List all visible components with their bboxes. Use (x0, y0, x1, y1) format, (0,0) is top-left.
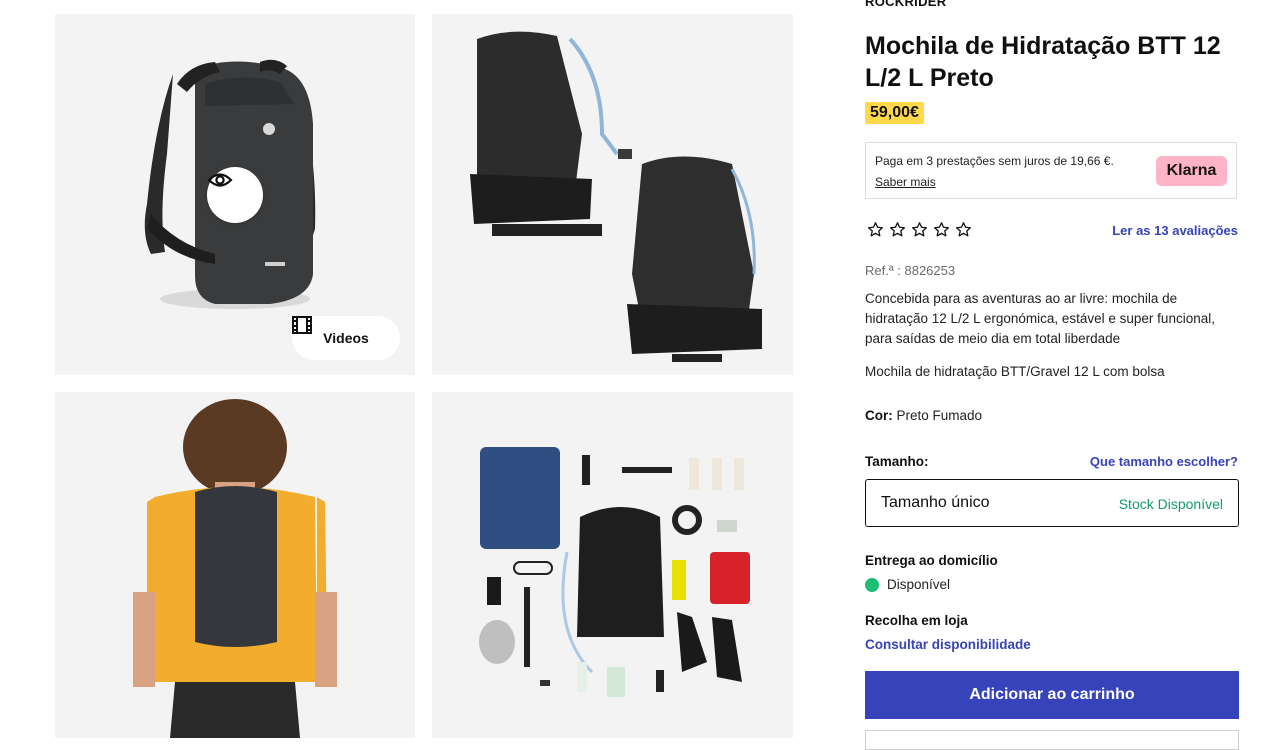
star-empty-icon (867, 222, 884, 237)
eye-icon (207, 173, 233, 187)
check-availability-link[interactable]: Consultar disponibilidade (865, 637, 1031, 652)
size-guide-link[interactable]: Que tamanho escolher? (1090, 454, 1238, 469)
add-to-cart-button[interactable]: Adicionar ao carrinho (865, 671, 1239, 719)
klarna-text: Paga em 3 prestações sem juros de 19,66 … (875, 154, 1114, 168)
product-price: 59,00€ (865, 102, 924, 124)
secondary-button-edge[interactable] (865, 730, 1239, 750)
zoom-view-button[interactable] (207, 167, 263, 223)
gallery-image-flat-lay[interactable] (432, 392, 793, 738)
star-empty-icon (889, 222, 906, 237)
star-empty-icon (911, 222, 928, 237)
home-delivery-label: Entrega ao domicílio (865, 553, 998, 568)
person-wearing-illustration (133, 399, 337, 738)
star-empty-icon (955, 222, 972, 237)
brand-name[interactable]: ROCKRIDER (865, 0, 946, 9)
film-icon (292, 316, 312, 334)
klarna-logo: Klarna (1156, 156, 1227, 186)
color-value: Preto Fumado (896, 408, 983, 423)
klarna-learn-more-link[interactable]: Saber mais (875, 175, 936, 189)
color-info: Cor: Preto Fumado (865, 408, 982, 423)
size-value: Tamanho único (881, 494, 990, 511)
store-pickup-label: Recolha em loja (865, 613, 968, 628)
available-dot-icon (865, 577, 879, 592)
read-reviews-link[interactable]: Ler as 13 avaliações (1112, 223, 1238, 238)
star-empty-icon (933, 222, 950, 237)
product-title: Mochila de Hidratação BTT 12 L/2 L Preto (865, 32, 1221, 92)
backpack-back-illustration (470, 31, 762, 362)
size-selector[interactable]: Tamanho único Stock Disponível (865, 479, 1239, 527)
home-delivery-status: Disponível (865, 577, 950, 592)
product-description: Concebida para as aventuras ao ar livre:… (865, 291, 1215, 346)
product-subtitle: Mochila de hidratação BTT/Gravel 12 L co… (865, 364, 1165, 379)
color-label: Cor: (865, 408, 893, 423)
stock-status: Stock Disponível (1118, 496, 1223, 512)
gallery-image-backpack-front[interactable]: Videos (55, 14, 415, 375)
flat-lay-illustration (479, 447, 750, 697)
rating-stars[interactable] (867, 221, 972, 238)
gallery-image-backpack-back[interactable] (432, 14, 793, 375)
delivery-status-text: Disponível (887, 577, 951, 592)
gallery-image-person-wearing[interactable] (55, 392, 415, 738)
videos-button[interactable]: Videos (292, 316, 400, 360)
videos-label: Videos (323, 330, 369, 346)
klarna-installments-box: Paga em 3 prestações sem juros de 19,66 … (865, 142, 1237, 199)
size-label: Tamanho: (865, 454, 929, 469)
product-reference: Ref.ª : 8826253 (865, 263, 956, 278)
